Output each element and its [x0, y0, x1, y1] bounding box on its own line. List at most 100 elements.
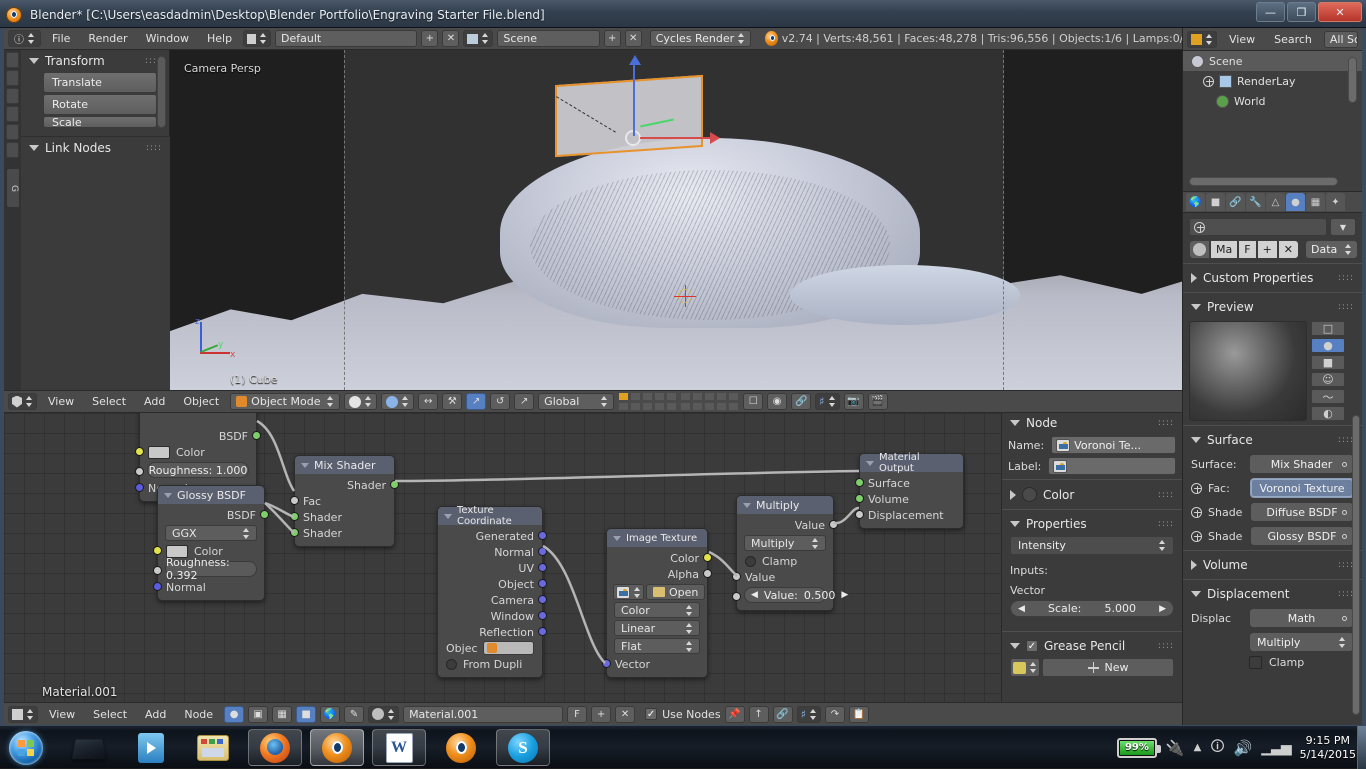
layer-cell[interactable]	[692, 392, 704, 401]
preview-hair-button[interactable]: 〜	[1311, 389, 1345, 404]
editor-type-selector-outliner[interactable]	[1187, 30, 1217, 48]
material-slot-list[interactable]	[1189, 218, 1327, 236]
use-nodes-checkbox[interactable]: ✓	[645, 708, 658, 720]
translate-manipulator-button[interactable]: ↗	[466, 393, 487, 410]
socket-volume-in[interactable]	[855, 494, 864, 503]
lock-camera-to-view-button[interactable]: ☐	[743, 393, 764, 410]
tab-data[interactable]: △	[1266, 193, 1285, 211]
add-scene-button[interactable]: +	[603, 30, 621, 47]
node-color-section-header[interactable]: Color ::::	[1002, 484, 1182, 505]
action-center-icon[interactable]: 🛈	[1210, 736, 1224, 760]
socket-color-in[interactable]	[153, 546, 162, 555]
custom-properties-section[interactable]: Custom Properties ::::	[1183, 268, 1362, 288]
coloring-dropdown[interactable]: Intensity	[1010, 536, 1174, 555]
snap-magnet-button[interactable]: 🔗	[791, 393, 812, 410]
layer-cell[interactable]	[642, 392, 654, 401]
world-shader-type-button[interactable]: 🌎	[320, 705, 341, 723]
socket-roughness-in[interactable]	[153, 566, 162, 575]
minimize-button[interactable]: —	[1256, 2, 1285, 22]
strip-button[interactable]	[6, 88, 19, 104]
from-dupli-checkbox[interactable]	[446, 658, 457, 670]
linestyle-shader-type-button[interactable]: ✎	[344, 705, 365, 723]
tab-material[interactable]: ●	[1286, 193, 1305, 211]
node-section-header[interactable]: Node ::::	[1002, 413, 1182, 433]
scale-manipulator-button[interactable]: ↗	[514, 393, 535, 410]
socket-vector-in[interactable]	[602, 659, 611, 668]
layer-cell[interactable]	[654, 392, 666, 401]
preview-section-header[interactable]: Preview ::::	[1183, 297, 1362, 317]
menu-help[interactable]: Help	[200, 30, 239, 47]
viewport-shading-selector[interactable]	[344, 393, 378, 410]
socket-object-out[interactable]	[538, 579, 547, 588]
show-desktop-button[interactable]	[1357, 726, 1366, 769]
shader-nodes-tab[interactable]: ●	[224, 705, 245, 723]
show-hidden-icons-arrow[interactable]: ▲	[1194, 742, 1202, 753]
dropdown-interpolation[interactable]: Linear	[614, 620, 700, 636]
delete-screen-layout-button[interactable]: ✕	[442, 30, 460, 47]
node-image-texture[interactable]: Image Texture Color Alpha Open Color Lin…	[602, 528, 712, 678]
grease-pencil-section-header[interactable]: ✓ Grease Pencil ::::	[1002, 636, 1182, 656]
material-preview[interactable]: □ ● ■ ☺ 〜 ◐	[1189, 321, 1356, 421]
displac-node-button[interactable]: Math	[1249, 608, 1354, 628]
viewport-menu-add[interactable]: Add	[137, 393, 172, 410]
socket-normal-out[interactable]	[538, 547, 547, 556]
outliner-item-renderlayer[interactable]: RenderLay	[1183, 71, 1362, 91]
material-fake-user-button[interactable]: F	[1238, 240, 1257, 259]
material-add-button[interactable]: +	[1256, 240, 1278, 259]
socket-displacement-in[interactable]	[855, 510, 864, 519]
network-icon[interactable]: ▁▃▅	[1261, 740, 1291, 756]
node-glossy-bsdf[interactable]: Glossy BSDF BSDF GGX Color Roughness: 0.…	[153, 485, 269, 601]
displacement-clamp-checkbox[interactable]	[1249, 656, 1262, 669]
render-camera-button[interactable]: 📷	[843, 393, 864, 410]
node-texture-coordinate[interactable]: Texture Coordinate Generated Normal UV O…	[437, 505, 547, 678]
tab-particles[interactable]: ✦	[1326, 193, 1345, 211]
strip-button[interactable]	[6, 124, 19, 140]
volume-section-header[interactable]: Volume ::::	[1183, 555, 1362, 575]
outliner-hscrollbar[interactable]	[1189, 177, 1338, 186]
node-label-field[interactable]	[1048, 457, 1176, 475]
dropdown-distribution[interactable]: GGX	[165, 525, 257, 541]
snap-node-button[interactable]: 🔗	[772, 705, 793, 723]
expand-icon[interactable]	[1191, 482, 1202, 494]
taskbar-item-blender[interactable]	[310, 729, 364, 766]
layer-cell[interactable]	[692, 402, 704, 411]
screen-layout-icon[interactable]	[243, 30, 272, 47]
expand-icon[interactable]	[1203, 75, 1214, 87]
shade-shader-button-1[interactable]: Diffuse BSDF	[1250, 502, 1354, 522]
maximize-button[interactable]: ❐	[1287, 2, 1316, 22]
editor-type-selector-node[interactable]	[8, 705, 38, 723]
menu-render[interactable]: Render	[81, 30, 134, 47]
socket-window-out[interactable]	[538, 611, 547, 620]
tool-shelf-tab-g[interactable]: G	[6, 168, 20, 208]
tab-object[interactable]: ■	[1206, 193, 1225, 211]
taskbar-item-player[interactable]	[124, 729, 178, 766]
layer-cell[interactable]	[618, 402, 630, 411]
link-nodes-panel[interactable]: Link Nodes ::::	[21, 136, 170, 390]
layer-cell[interactable]	[642, 402, 654, 411]
socket-camera-out[interactable]	[538, 595, 547, 604]
menu-file[interactable]: File	[45, 30, 77, 47]
rotate-manipulator-button[interactable]: ↺	[490, 393, 511, 410]
displacement-section-header[interactable]: Displacement ::::	[1183, 584, 1362, 604]
fac-texture-button[interactable]: Voronoi Texture	[1250, 478, 1354, 498]
viewport-menu-view[interactable]: View	[41, 393, 81, 410]
properties-editor[interactable]: ▼ Ma F + ✕ Data Custom Properties:::: P…	[1183, 215, 1362, 725]
taskbar-item-media[interactable]	[62, 729, 116, 766]
preview-sphere-button[interactable]: ●	[1311, 338, 1345, 353]
color-swatch[interactable]	[148, 445, 170, 459]
socket-shader1-in[interactable]	[290, 512, 299, 521]
layer-cell[interactable]	[666, 392, 678, 401]
layer-cell[interactable]	[666, 402, 678, 411]
layer-cell[interactable]	[728, 392, 740, 401]
properties-vscrollbar[interactable]	[1352, 415, 1360, 715]
field-roughness[interactable]: Roughness: 1.000	[147, 462, 249, 478]
fake-user-button[interactable]: F	[567, 705, 588, 723]
tool-translate-button[interactable]: Translate	[43, 72, 157, 93]
tab-constraints[interactable]: 🔗	[1226, 193, 1245, 211]
3d-viewport[interactable]: Camera Persp (1) Cube z x y G Transform …	[4, 50, 1182, 390]
material-browse-icon[interactable]	[1189, 240, 1210, 259]
screen-layout-field[interactable]: Default	[275, 30, 418, 47]
node-menu-select[interactable]: Select	[86, 706, 134, 723]
strip-button[interactable]	[6, 106, 19, 122]
outliner-display-mode[interactable]: All Sc	[1323, 30, 1358, 48]
